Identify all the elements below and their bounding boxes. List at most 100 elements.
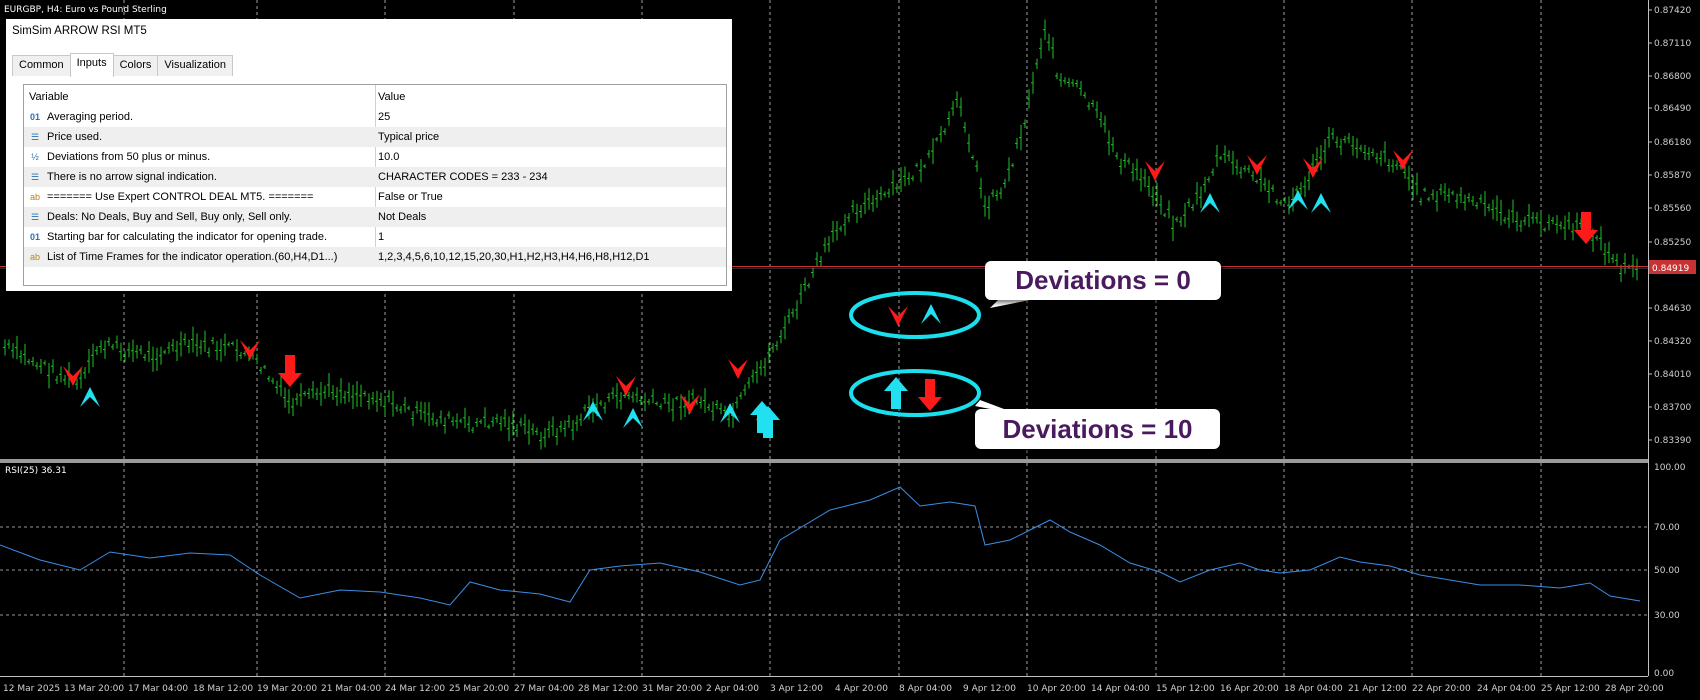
price-tick-label: 0.84320 xyxy=(1654,337,1691,347)
inputs-table[interactable]: Variable Value 01 Averaging period. 25 ☰ Pri… xyxy=(23,84,727,286)
callout-deviations-10: Deviations = 10 xyxy=(975,409,1220,449)
input-variable-label: There is no arrow signal indication. xyxy=(47,171,217,183)
callout-deviations-0: Deviations = 0 xyxy=(985,261,1221,300)
dialog-title: SimSim ARROW RSI MT5 xyxy=(12,25,147,37)
legend-small-down-arrow-icon xyxy=(888,306,908,326)
time-tick-label: 22 Apr 20:00 xyxy=(1412,684,1471,694)
time-tick-label: 9 Apr 12:00 xyxy=(963,684,1016,694)
time-axis: 12 Mar 2025 13 Mar 20:00 17 Mar 04:00 18 Ma… xyxy=(3,684,1664,694)
input-variable-label: Price used. xyxy=(47,131,103,143)
indicator-properties-dialog[interactable]: SimSim ARROW RSI MT5 Common Inputs Color… xyxy=(6,19,732,291)
strong-sell-arrow-icon xyxy=(1574,212,1598,244)
input-variable-label: List of Time Frames for the indicator op… xyxy=(47,251,338,263)
time-tick-label: 12 Mar 2025 xyxy=(3,684,60,694)
input-variable: ab ======= Use Expert CONTROL DEAL MT5. =… xyxy=(29,191,374,203)
time-tick-label: 21 Mar 04:00 xyxy=(321,684,381,694)
legend-big-up-arrow-icon xyxy=(884,377,908,409)
time-tick-label: 31 Mar 20:00 xyxy=(642,684,702,694)
rsi-indicator-label: RSI(25) 36.31 xyxy=(5,466,67,476)
symbol-info: EURGBP, H4: Euro vs Pound Sterling xyxy=(4,5,167,15)
time-tick-label: 28 Apr 20:00 xyxy=(1605,684,1664,694)
rsi-tick-label: 30.00 xyxy=(1654,611,1680,621)
rsi-axis: 100.00 70.00 50.00 30.00 0.00 xyxy=(1654,463,1686,679)
time-tick-label: 24 Mar 12:00 xyxy=(385,684,445,694)
int-icon: 01 xyxy=(29,112,40,122)
header-value[interactable]: Value xyxy=(378,91,405,103)
time-tick-label: 4 Apr 20:00 xyxy=(835,684,888,694)
time-tick-label: 25 Mar 20:00 xyxy=(449,684,509,694)
input-variable-label: ======= Use Expert CONTROL DEAL MT5. ===… xyxy=(47,191,314,203)
price-tick-label: 0.85870 xyxy=(1654,171,1691,181)
input-value[interactable]: CHARACTER CODES = 233 - 234 xyxy=(378,171,548,183)
input-variable-label: Deals: No Deals, Buy and Sell, Buy only,… xyxy=(47,211,292,223)
time-tick-label: 28 Mar 12:00 xyxy=(578,684,638,694)
input-value[interactable]: False or True xyxy=(378,191,443,203)
time-tick-label: 16 Apr 20:00 xyxy=(1220,684,1279,694)
table-header-row: Variable Value xyxy=(24,87,726,107)
price-tick-label: 0.87110 xyxy=(1654,39,1691,49)
panel-separator[interactable] xyxy=(0,459,1648,463)
input-row[interactable]: 01 Averaging period. 25 xyxy=(24,107,726,127)
sell-signal-arrow-icon xyxy=(1145,161,1165,181)
input-value[interactable]: Not Deals xyxy=(378,211,426,223)
rsi-tick-label: 100.00 xyxy=(1654,463,1686,473)
input-variable: 01 Averaging period. xyxy=(29,111,374,123)
time-tick-label: 25 Apr 12:00 xyxy=(1541,684,1600,694)
input-row[interactable]: ½ Deviations from 50 plus or minus. 10.0 xyxy=(24,147,726,167)
price-tick-label: 0.83390 xyxy=(1654,436,1691,446)
time-tick-label: 15 Apr 12:00 xyxy=(1156,684,1215,694)
sell-signal-arrow-icon xyxy=(63,366,83,386)
input-variable: 01 Starting bar for calculating the indic… xyxy=(29,231,374,243)
rsi-tick-label: 50.00 xyxy=(1654,566,1680,576)
tab-inputs[interactable]: Inputs xyxy=(69,53,114,77)
price-tick-label: 0.86800 xyxy=(1654,72,1691,82)
buy-signal-arrow-icon xyxy=(80,387,100,407)
tab-common[interactable]: Common xyxy=(12,55,71,76)
header-variable[interactable]: Variable xyxy=(29,91,374,103)
time-tick-label: 2 Apr 04:00 xyxy=(706,684,759,694)
input-row[interactable]: ☰ There is no arrow signal indication. CHA… xyxy=(24,167,726,187)
time-tick-label: 17 Mar 04:00 xyxy=(128,684,188,694)
price-tick-label: 0.85250 xyxy=(1654,238,1691,248)
time-tick-label: 3 Apr 12:00 xyxy=(770,684,823,694)
price-tick-label: 0.84010 xyxy=(1654,370,1691,380)
input-variable: ab List of Time Frames for the indicator … xyxy=(29,251,374,263)
time-tick-label: 27 Mar 04:00 xyxy=(514,684,574,694)
input-value[interactable]: Typical price xyxy=(378,131,439,143)
input-variable-label: Deviations from 50 plus or minus. xyxy=(47,151,211,163)
time-tick-label: 14 Apr 04:00 xyxy=(1091,684,1150,694)
rsi-tick-label: 0.00 xyxy=(1654,669,1674,679)
string-icon: ab xyxy=(29,252,40,262)
input-value[interactable]: 1 xyxy=(378,231,384,243)
input-row[interactable]: ☰ Price used. Typical price xyxy=(24,127,726,147)
price-axis: 0.87420 0.87110 0.86800 0.86490 0.86180 0.858… xyxy=(1648,6,1691,446)
price-tick-label: 0.84630 xyxy=(1654,304,1691,314)
input-row[interactable]: ab ======= Use Expert CONTROL DEAL MT5. =… xyxy=(24,187,726,207)
time-tick-label: 13 Mar 20:00 xyxy=(64,684,124,694)
input-variable-label: Starting bar for calculating the indicat… xyxy=(47,231,328,243)
list-icon: ☰ xyxy=(30,171,40,182)
buy-signal-arrow-icon xyxy=(623,408,643,428)
tab-visualization[interactable]: Visualization xyxy=(157,55,233,76)
input-row[interactable]: ab List of Time Frames for the indicator … xyxy=(24,247,726,267)
input-row[interactable]: 01 Starting bar for calculating the indic… xyxy=(24,227,726,247)
rsi-line xyxy=(0,486,1641,606)
tab-colors[interactable]: Colors xyxy=(112,55,159,76)
price-tick-label: 0.86490 xyxy=(1654,104,1691,114)
input-variable: ☰ There is no arrow signal indication. xyxy=(29,171,374,183)
list-icon: ☰ xyxy=(30,211,40,222)
strong-sell-arrow-icon xyxy=(278,355,302,387)
time-tick-label: 10 Apr 20:00 xyxy=(1027,684,1086,694)
double-icon: ½ xyxy=(31,152,39,162)
input-variable: ☰ Price used. xyxy=(29,131,374,143)
input-value[interactable]: 1,2,3,4,5,6,10,12,15,20,30,H1,H2,H3,H4,H… xyxy=(378,251,650,263)
input-value[interactable]: 10.0 xyxy=(378,151,399,163)
time-tick-label: 18 Apr 04:00 xyxy=(1284,684,1343,694)
current-price-value: 0.84919 xyxy=(1652,264,1689,274)
input-value[interactable]: 25 xyxy=(378,111,390,123)
time-tick-label: 24 Apr 04:00 xyxy=(1477,684,1536,694)
input-variable: ½ Deviations from 50 plus or minus. xyxy=(29,151,374,163)
price-tick-label: 0.87420 xyxy=(1654,6,1691,16)
input-row[interactable]: ☰ Deals: No Deals, Buy and Sell, Buy only… xyxy=(24,207,726,227)
rsi-tick-label: 70.00 xyxy=(1654,523,1680,533)
